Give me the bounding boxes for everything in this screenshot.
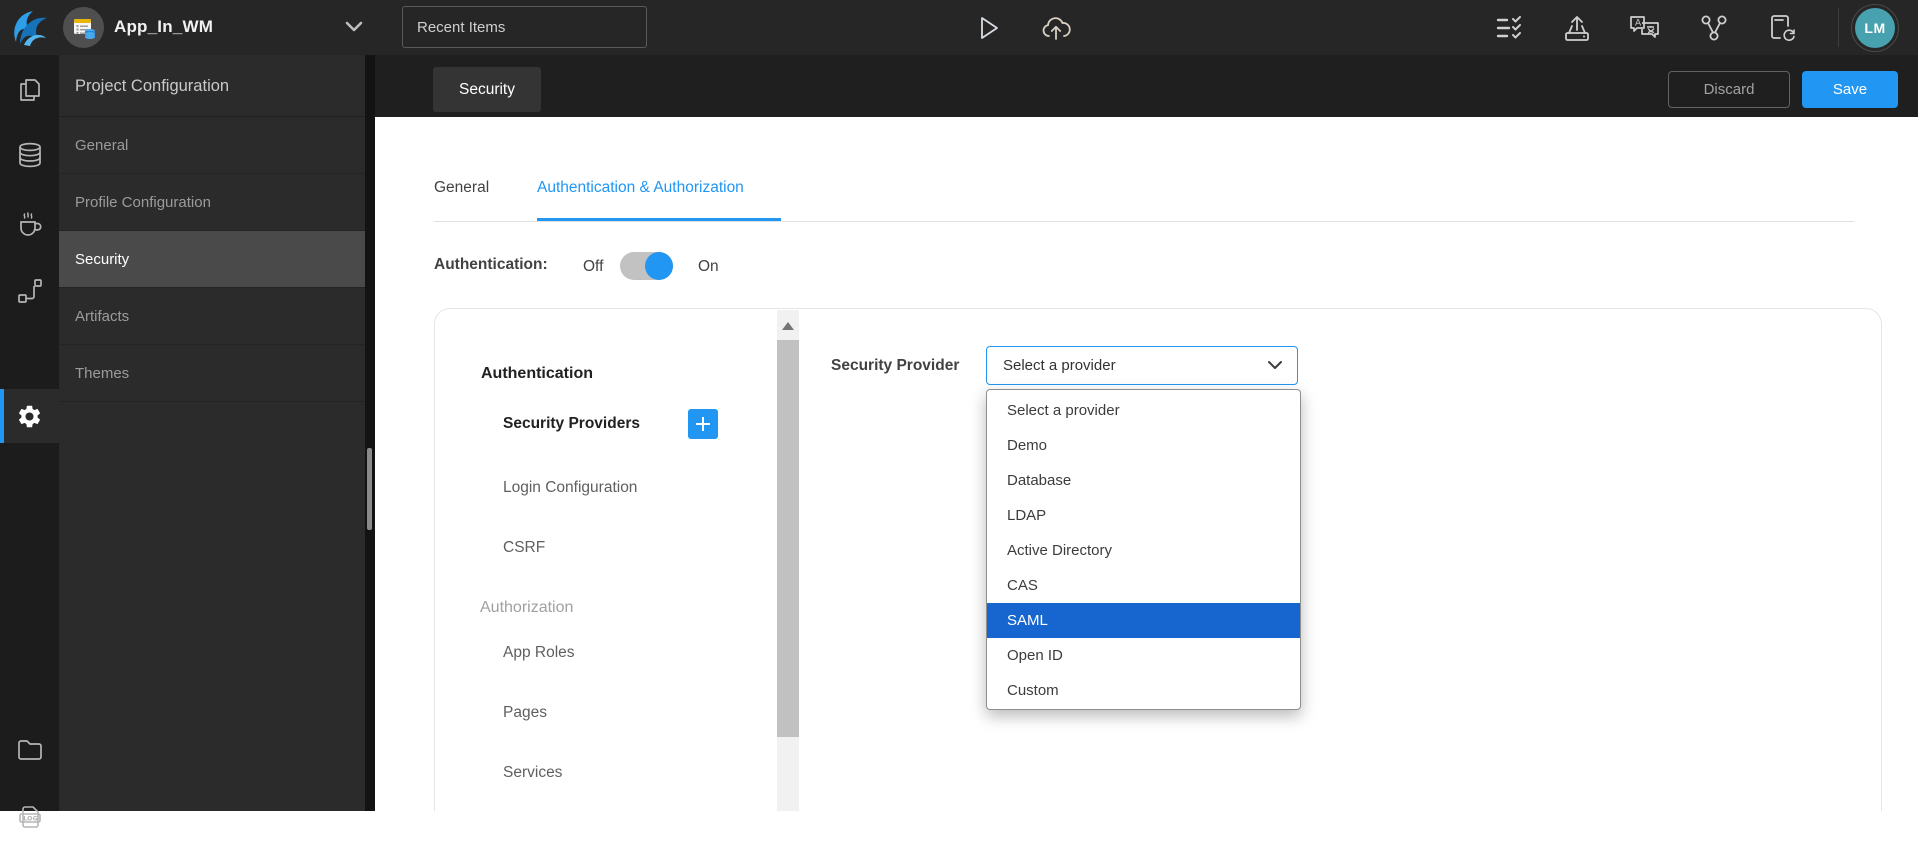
option-select-a-provider[interactable]: Select a provider [987, 393, 1300, 428]
doc-sync-icon[interactable] [1765, 11, 1799, 45]
sidebar-item-logs[interactable]: LOG [0, 790, 59, 844]
security-provider-label: Security Provider [831, 357, 959, 375]
sidebar-item-orchestration[interactable] [0, 264, 59, 318]
option-saml[interactable]: SAML [987, 603, 1300, 638]
sidebar-item-settings[interactable] [0, 389, 59, 443]
add-provider-button[interactable] [688, 409, 718, 439]
toggle-thumb [645, 252, 673, 280]
sidebar-item-database[interactable] [0, 128, 59, 182]
nav-section-authorization: Authorization [480, 599, 573, 617]
page-title: Security [459, 81, 515, 99]
security-provider-select[interactable]: Select a provider [986, 346, 1298, 385]
nav-item-login-configuration[interactable]: Login Configuration [503, 479, 637, 497]
selected-provider-value: Select a provider [1003, 357, 1267, 374]
play-icon[interactable] [971, 11, 1005, 45]
share-nodes-icon[interactable] [1697, 11, 1731, 45]
page-title-tab[interactable]: Security [433, 67, 541, 112]
menu-item-themes[interactable]: Themes [59, 345, 365, 402]
nav-item-security-providers[interactable]: Security Providers [503, 415, 640, 433]
option-demo[interactable]: Demo [987, 428, 1300, 463]
left-icon-rail: LOG [0, 55, 59, 811]
app-icon[interactable] [63, 7, 104, 48]
discard-button[interactable]: Discard [1668, 71, 1790, 108]
project-configuration-panel: Project Configuration General Profile Co… [59, 55, 365, 811]
avatar-initials: LM [1855, 8, 1895, 48]
settings-gear-icon [16, 403, 43, 430]
deploy-icon[interactable] [1560, 11, 1594, 45]
menu-item-profile-configuration[interactable]: Profile Configuration [59, 174, 365, 231]
menu-item-artifacts[interactable]: Artifacts [59, 288, 365, 345]
orchestration-icon [16, 277, 44, 305]
svg-text:LOG: LOG [23, 815, 38, 823]
nav-section-authentication: Authentication [481, 365, 593, 383]
tab-general[interactable]: General [434, 179, 489, 197]
topbar-divider [1838, 8, 1839, 47]
toggle-on-label: On [698, 258, 719, 276]
page-header: Security Discard Save [375, 55, 1918, 117]
settings-nav-scrollbar[interactable] [777, 310, 799, 811]
plus-icon [694, 415, 712, 433]
svg-text:A: A [1635, 19, 1642, 29]
select-chevron-down-icon [1267, 360, 1283, 371]
sidebar-item-files[interactable] [0, 723, 59, 777]
save-button[interactable]: Save [1802, 71, 1898, 108]
option-custom[interactable]: Custom [987, 673, 1300, 708]
security-content: General Authentication & Authorization A… [375, 117, 1918, 811]
menu-scrollbar[interactable] [365, 55, 375, 811]
authentication-toggle-label: Authentication: [434, 256, 548, 274]
chevron-down-icon[interactable] [344, 20, 364, 34]
nav-item-pages[interactable]: Pages [503, 704, 547, 722]
app-title: App_In_WM [114, 17, 213, 37]
project-configuration-header: Project Configuration [59, 55, 365, 117]
tabs-divider [434, 221, 1854, 222]
menu-scrollbar-thumb[interactable] [367, 448, 372, 530]
translate-icon[interactable]: A [1628, 11, 1662, 45]
recent-items-dropdown[interactable]: Recent Items [402, 6, 647, 48]
nav-item-app-roles[interactable]: App Roles [503, 644, 575, 662]
java-services-icon [15, 208, 45, 238]
authentication-toggle[interactable] [620, 252, 673, 280]
database-icon [15, 140, 45, 170]
settings-nav-scrollbar-thumb[interactable] [777, 340, 799, 737]
option-open-id[interactable]: Open ID [987, 638, 1300, 673]
pages-icon [16, 76, 44, 104]
toggle-off-label: Off [583, 258, 603, 276]
log-file-icon: LOG [15, 802, 45, 832]
user-avatar[interactable]: LM [1851, 4, 1899, 52]
security-settings-panel: Authentication Security Providers Login … [434, 308, 1882, 811]
folder-icon [15, 735, 45, 765]
option-ldap[interactable]: LDAP [987, 498, 1300, 533]
wavemaker-logo-icon[interactable] [7, 5, 52, 50]
sidebar-item-java-services[interactable] [0, 196, 59, 250]
recent-items-label: Recent Items [417, 19, 505, 36]
nav-item-csrf[interactable]: CSRF [503, 539, 545, 557]
sidebar-item-pages[interactable] [0, 63, 59, 117]
provider-dropdown-list: Select a provider Demo Database LDAP Act… [986, 389, 1301, 710]
tab-authentication-authorization[interactable]: Authentication & Authorization [537, 179, 744, 197]
nav-item-services[interactable]: Services [503, 764, 562, 782]
checklist-icon[interactable] [1492, 11, 1526, 45]
scrollbar-up-arrow[interactable] [782, 322, 794, 330]
menu-item-security[interactable]: Security [59, 231, 365, 288]
option-active-directory[interactable]: Active Directory [987, 533, 1300, 568]
option-database[interactable]: Database [987, 463, 1300, 498]
menu-item-general[interactable]: General [59, 117, 365, 174]
cloud-upload-icon[interactable] [1039, 11, 1073, 45]
top-app-bar: App_In_WM Recent Items A [0, 0, 1918, 55]
option-cas[interactable]: CAS [987, 568, 1300, 603]
